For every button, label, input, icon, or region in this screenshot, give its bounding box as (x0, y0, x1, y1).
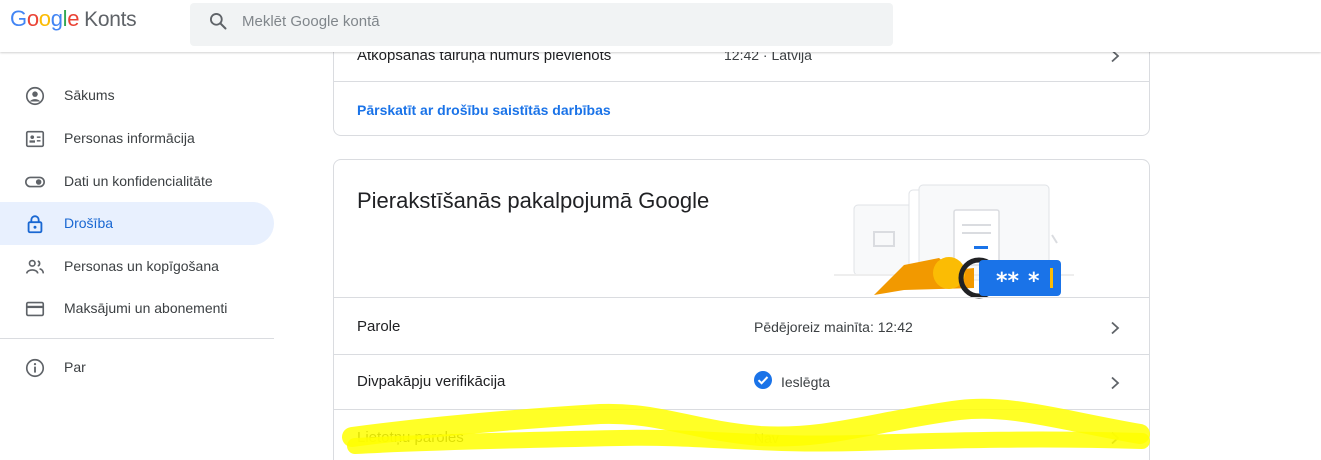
row-separator (334, 81, 1149, 82)
sidebar-item-personal-info[interactable]: Personas informācija (0, 117, 274, 160)
sidebar-item-data-privacy[interactable]: Dati un konfidencialitāte (0, 160, 274, 203)
app-passwords-row-value: Nav (754, 430, 779, 446)
review-security-activity-link[interactable]: Pārskatīt ar drošību saistītās darbības (357, 102, 611, 118)
search-input[interactable] (242, 3, 862, 39)
signin-to-google-card: Pierakstīšanās pakalpojumā Google ** * P… (333, 159, 1150, 460)
app-header: Google Konts (0, 0, 1321, 52)
chevron-right-icon[interactable] (1109, 376, 1121, 390)
card-title: Pierakstīšanās pakalpojumā Google (357, 188, 710, 213)
sidebar-item-security[interactable]: Drošība (0, 202, 274, 245)
sidebar-item-label: Par (64, 359, 86, 375)
check-circle-icon (754, 371, 772, 389)
svg-text:**: ** (996, 269, 1020, 294)
sidebar-divider (0, 338, 274, 339)
toggle-icon (25, 176, 45, 188)
row-separator (334, 354, 1149, 355)
sidebar-item-label: Personas informācija (64, 130, 195, 146)
person-circle-icon (25, 86, 45, 106)
app-passwords-row-label: Lietotņu paroles (357, 429, 464, 446)
credit-card-icon (25, 301, 45, 317)
row-separator (334, 297, 1149, 298)
google-account-logo[interactable]: Google Konts (10, 6, 137, 32)
password-row-value: Pēdējoreiz mainīta: 12:42 (754, 319, 913, 335)
two-step-row-label: Divpakāpju verifikācija (357, 373, 506, 390)
search-bar[interactable] (190, 3, 893, 46)
people-icon (25, 259, 45, 274)
logo-product-name: Konts (84, 8, 137, 31)
two-step-row-value: Ieslēgta (781, 374, 831, 390)
sidebar-item-about[interactable]: Par (0, 346, 274, 389)
sidebar-item-people-sharing[interactable]: Personas un kopīgošana (0, 245, 274, 288)
sidebar-item-payments[interactable]: Maksājumi un abonementi (0, 287, 274, 330)
sidebar-item-home[interactable]: Sākums (0, 74, 274, 117)
chevron-right-icon[interactable] (1109, 431, 1121, 445)
chevron-right-icon[interactable] (1109, 321, 1121, 335)
sidebar-item-label: Personas un kopīgošana (64, 258, 219, 274)
lock-icon (27, 215, 43, 234)
row-separator (334, 409, 1149, 410)
sidebar-item-label: Drošība (64, 215, 114, 231)
sidebar-item-label: Sākums (64, 87, 115, 103)
svg-text:*: * (1028, 269, 1040, 294)
info-icon (25, 358, 45, 378)
password-row-label: Parole (357, 318, 401, 335)
id-card-icon (25, 130, 45, 148)
sidebar-item-label: Dati un konfidencialitāte (64, 173, 213, 189)
sidebar-item-label: Maksājumi un abonementi (64, 300, 228, 316)
signin-illustration: ** * (834, 184, 1074, 299)
sidebar-nav: Sākums Personas informācija Dati un konf… (0, 52, 290, 460)
search-icon[interactable] (208, 11, 228, 31)
